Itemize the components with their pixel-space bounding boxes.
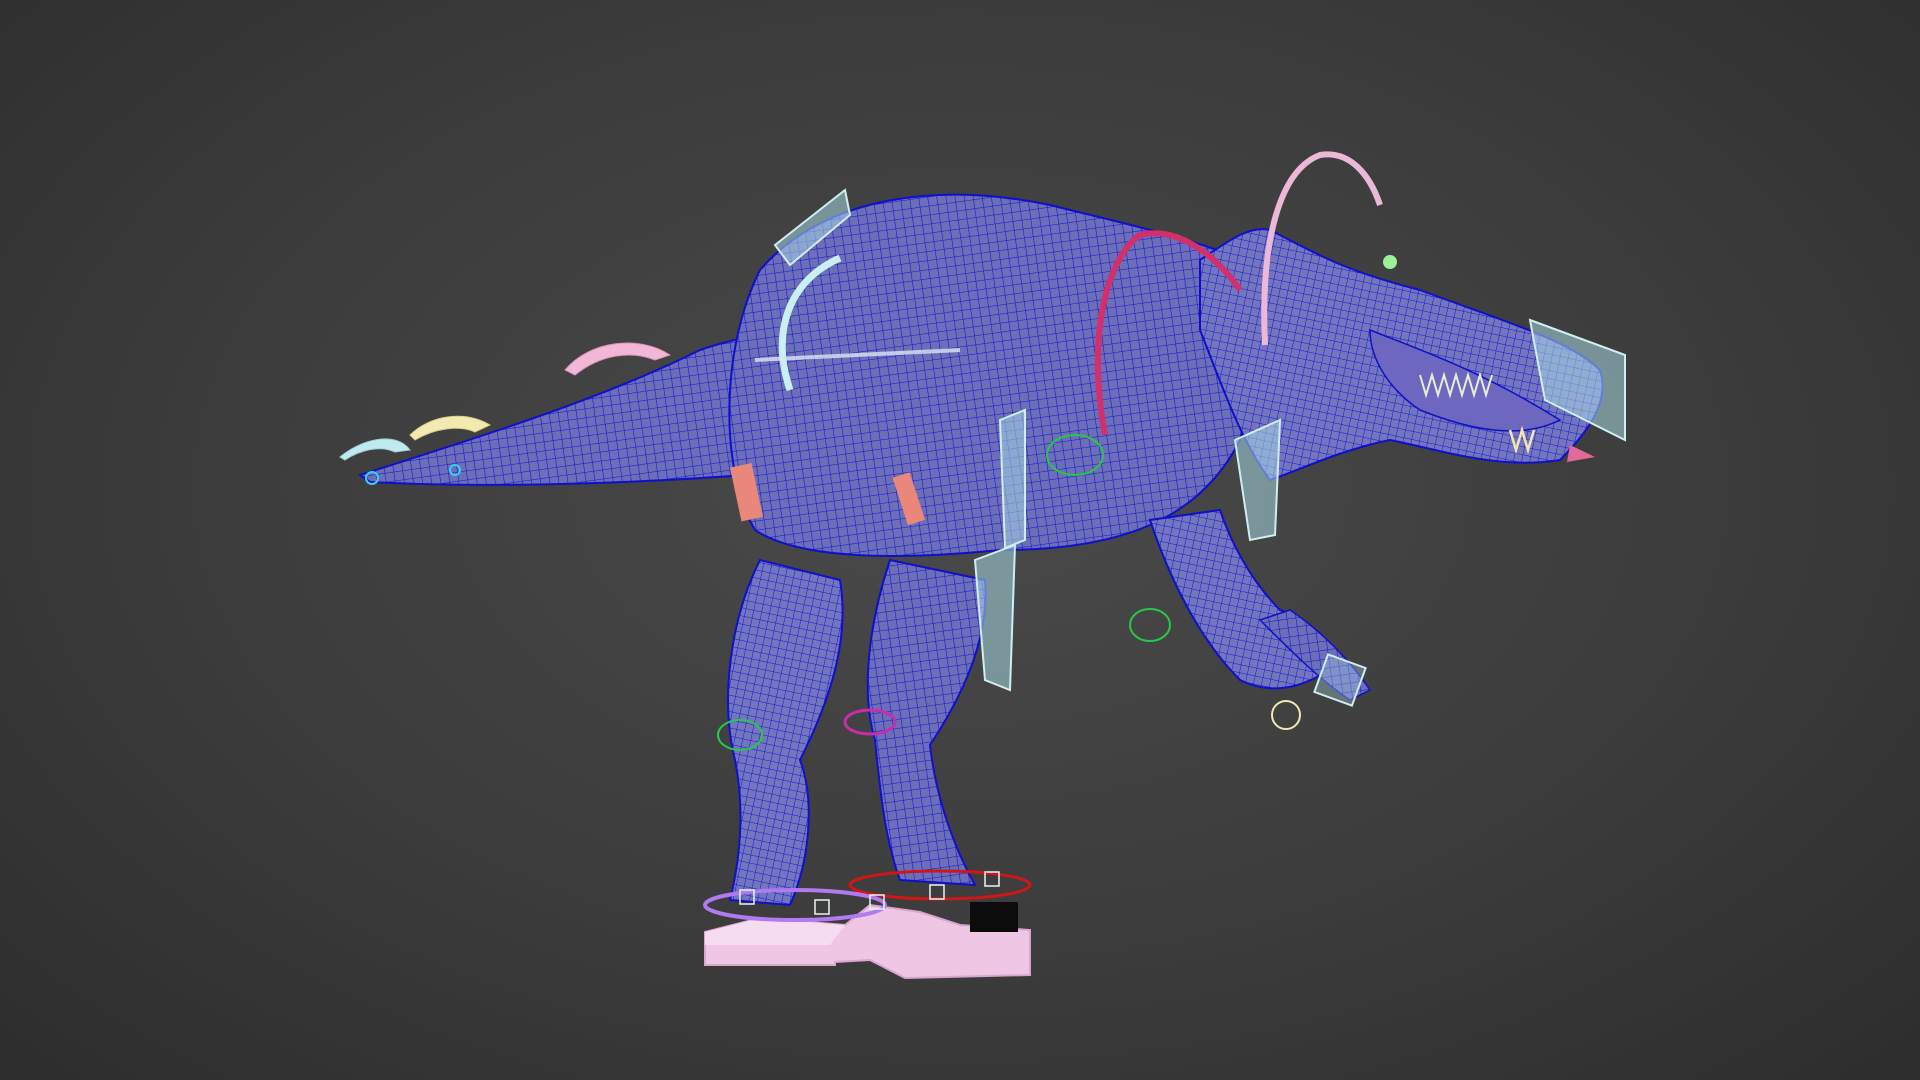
hip-panel[interactable] xyxy=(973,543,1017,692)
belly-panel[interactable] xyxy=(998,408,1026,550)
dinosaur-wireframe-scene[interactable] xyxy=(0,0,1920,1080)
3d-viewport[interactable] xyxy=(0,0,1920,1080)
tongue-tip xyxy=(1567,445,1595,462)
eye-control[interactable] xyxy=(1383,255,1397,269)
right-hind-leg[interactable] xyxy=(866,558,987,887)
root-control-box[interactable] xyxy=(970,902,1018,932)
left-hind-leg[interactable] xyxy=(727,558,844,907)
shoulder-panel[interactable] xyxy=(1233,418,1282,542)
